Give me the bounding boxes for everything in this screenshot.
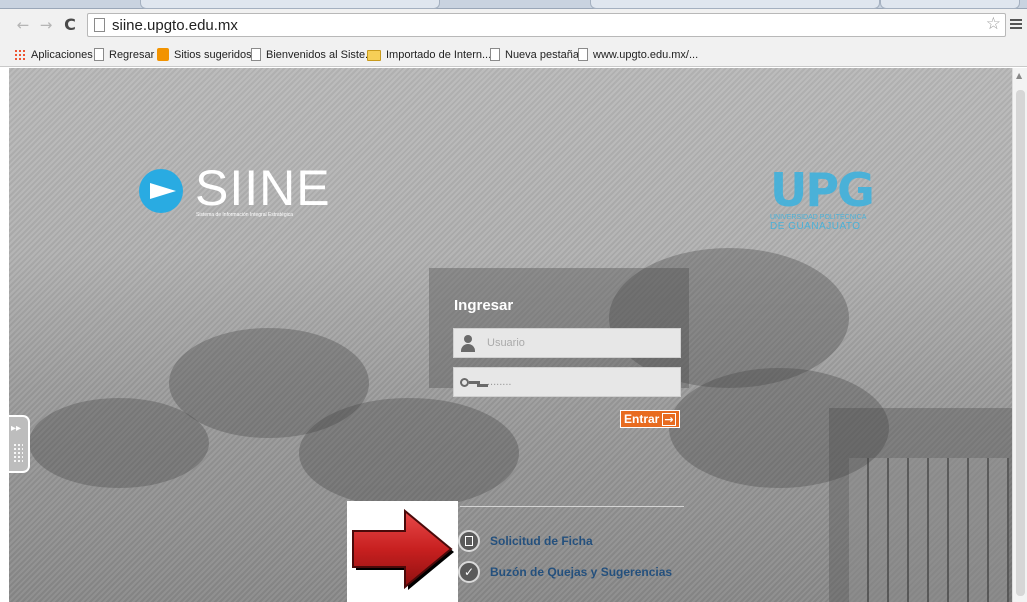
palm-canopy [299, 398, 519, 508]
buzon-quejas-link[interactable]: ✓ Buzón de Quejas y Sugerencias [458, 561, 672, 583]
tab-strip [0, 0, 1027, 9]
bookmark-label: Aplicaciones [31, 49, 93, 61]
bookmark-label: www.upgto.edu.mx/... [593, 49, 699, 61]
bookmark-nueva-pestana[interactable]: Nueva pestaña [490, 47, 579, 63]
username-field[interactable] [453, 328, 681, 358]
page-icon [94, 18, 105, 32]
palm-canopy [29, 398, 209, 488]
scroll-up-icon[interactable]: ▲ [1016, 71, 1022, 80]
glass-facade [849, 458, 1009, 602]
page-icon [490, 48, 500, 61]
double-chevron-right-icon: ▸▸ [11, 423, 22, 434]
document-icon [458, 530, 480, 552]
palm-canopy [669, 368, 889, 488]
reload-icon[interactable]: C [61, 15, 79, 35]
bookmark-sitios-sugeridos[interactable]: Sitios sugeridos [157, 47, 252, 63]
hamburger-menu-icon[interactable] [1008, 17, 1024, 33]
siine-wordmark: SIINE [195, 160, 331, 216]
browser-toolbar: ← → C siine.upgto.edu.mx ☆ [0, 9, 1027, 43]
siine-plane-icon [139, 169, 183, 213]
upg-wordmark: UPG [770, 163, 875, 217]
link-label[interactable]: Buzón de Quejas y Sugerencias [490, 565, 672, 579]
scrollbar-thumb[interactable] [1016, 90, 1025, 596]
password-input[interactable] [487, 372, 675, 392]
page-icon [251, 48, 261, 61]
sign-in-icon: → [662, 412, 676, 426]
checkmark-icon: ✓ [458, 561, 480, 583]
grip-dots-icon [13, 443, 23, 463]
enter-button[interactable]: Entrar → [620, 410, 680, 428]
solicitud-de-ficha-link[interactable]: Solicitud de Ficha [458, 530, 593, 552]
link-label[interactable]: Solicitud de Ficha [490, 534, 593, 548]
upg-state-line: DE GUANAJUATO [770, 221, 861, 232]
page-viewport: ▲ ▸▸ SIINE Sistema de Información Integr… [0, 68, 1027, 602]
siine-logo: SIINE Sistema de Información Integral Es… [139, 160, 330, 225]
username-input[interactable] [487, 333, 675, 353]
page-margin [0, 68, 9, 602]
vertical-scrollbar[interactable]: ▲ [1012, 68, 1027, 602]
bookmark-regresar[interactable]: Regresar [94, 47, 154, 63]
bookmark-label: Regresar [109, 49, 155, 61]
siine-subtitle: Sistema de Información Integral Estratég… [196, 212, 293, 218]
user-icon [460, 335, 476, 352]
bookmark-label: Nueva pestaña [505, 49, 579, 61]
url-text[interactable]: siine.upgto.edu.mx [112, 16, 238, 35]
login-title: Ingresar [454, 297, 514, 314]
suggested-sites-icon [157, 48, 169, 61]
bookmark-label: Sitios sugeridos [174, 49, 252, 61]
browser-tab[interactable] [140, 0, 440, 9]
password-field[interactable] [453, 367, 681, 397]
bookmarks-bar: Aplicaciones Regresar Sitios sugeridos B… [0, 43, 1027, 67]
browser-tab[interactable] [590, 0, 880, 9]
back-arrow-icon[interactable]: ← [14, 15, 32, 35]
bookmark-label: Bienvenidos al Siste... [266, 49, 375, 61]
bookmark-upgto[interactable]: www.upgto.edu.mx/... [578, 47, 698, 63]
page-icon [94, 48, 104, 61]
upg-logo: UPG UNIVERSIDAD POLITÉCNICA DE GUANAJUAT… [770, 167, 890, 237]
bookmark-importado[interactable]: Importado de Intern... [367, 47, 491, 63]
bookmark-aplicaciones[interactable]: Aplicaciones [14, 47, 93, 63]
key-icon [460, 377, 480, 389]
forward-arrow-icon[interactable]: → [37, 15, 55, 35]
folder-icon [367, 50, 381, 61]
star-icon[interactable]: ☆ [986, 14, 1001, 34]
browser-tab[interactable] [880, 0, 1020, 9]
page-icon [578, 48, 588, 61]
side-panel-toggle[interactable]: ▸▸ [9, 415, 30, 473]
address-bar[interactable]: siine.upgto.edu.mx ☆ [87, 13, 1006, 37]
red-arrow-icon [352, 508, 454, 590]
bookmark-label: Importado de Intern... [386, 49, 492, 61]
bookmark-bienvenidos[interactable]: Bienvenidos al Siste... [251, 47, 374, 63]
arrow-annotation [347, 501, 458, 602]
section-divider [460, 506, 684, 507]
apps-grid-icon [14, 49, 26, 61]
enter-button-label: Entrar [624, 412, 660, 426]
